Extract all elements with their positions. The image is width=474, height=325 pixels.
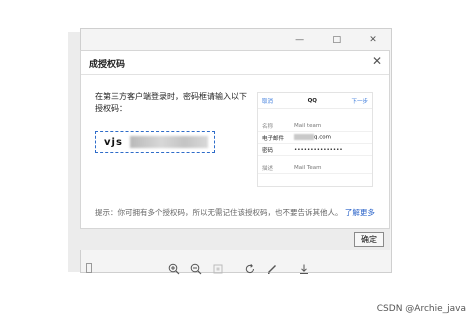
email-blur bbox=[294, 134, 314, 141]
confirm-button[interactable]: 确定 bbox=[354, 232, 384, 247]
auth-code-box[interactable]: vjs bbox=[95, 131, 215, 153]
window-controls: — □ ✕ bbox=[281, 29, 391, 51]
phone-header: 取消 QQ 下一步 bbox=[258, 93, 372, 109]
fit-icon[interactable] bbox=[212, 262, 224, 276]
phone-row-label: 电子邮件 bbox=[262, 135, 285, 142]
rotate-icon[interactable] bbox=[244, 262, 256, 276]
maximize-button[interactable]: □ bbox=[332, 35, 341, 45]
zoom-in-icon[interactable] bbox=[168, 262, 180, 276]
zoom-out-icon[interactable] bbox=[190, 262, 202, 276]
dialog-title: 成授权码 bbox=[89, 60, 126, 70]
phone-row-value: Mail Team bbox=[294, 164, 322, 171]
phone-row-password: 密码 ••••••••••••••• bbox=[258, 144, 372, 156]
minimize-button[interactable]: — bbox=[295, 35, 304, 45]
phone-mockup: 取消 QQ 下一步 名称 Mail team 电子邮件 q.com 密码 •••… bbox=[257, 92, 373, 187]
phone-row-value: Mail team bbox=[294, 122, 322, 129]
phone-row-name: 名称 Mail team bbox=[258, 120, 372, 132]
dialog-footer: 确定 bbox=[80, 228, 390, 250]
phone-row-value: q.com bbox=[294, 134, 331, 141]
auth-code-text: vjs bbox=[104, 136, 123, 148]
instruction-text: 在第三方客户端登录时，密码框请输入以下授权码： bbox=[95, 92, 247, 113]
dialog-close-icon[interactable]: ✕ bbox=[372, 54, 382, 68]
learn-more-link[interactable]: 了解更多 bbox=[345, 208, 375, 217]
phone-next: 下一步 bbox=[351, 98, 368, 105]
title-divider bbox=[81, 74, 389, 75]
download-icon[interactable] bbox=[298, 262, 310, 276]
phone-row-label: 名称 bbox=[262, 123, 274, 130]
phone-cancel: 取消 bbox=[262, 98, 274, 105]
phone-row-email: 电子邮件 q.com bbox=[258, 132, 372, 144]
phone-row-value: ••••••••••••••• bbox=[294, 146, 343, 153]
email-suffix: q.com bbox=[314, 134, 331, 141]
phone-row-desc: 描述 Mail Team bbox=[258, 162, 372, 174]
image-handle-icon bbox=[86, 263, 92, 273]
phone-title: QQ bbox=[307, 97, 317, 104]
phone-row-label: 密码 bbox=[262, 147, 274, 154]
auth-code-blur bbox=[130, 136, 208, 148]
watermark: CSDN @Archie_java bbox=[376, 304, 466, 314]
edit-icon[interactable] bbox=[266, 262, 278, 276]
viewer-toolbar bbox=[168, 262, 308, 276]
phone-row-label: 描述 bbox=[262, 165, 274, 172]
tip-text: 提示：你可拥有多个授权码，所以无需记住该授权码，也不要告诉其他人。 了解更多 bbox=[95, 207, 375, 218]
tip-body: 提示：你可拥有多个授权码，所以无需记住该授权码，也不要告诉其他人。 bbox=[95, 208, 343, 217]
window-close-button[interactable]: ✕ bbox=[369, 35, 377, 45]
